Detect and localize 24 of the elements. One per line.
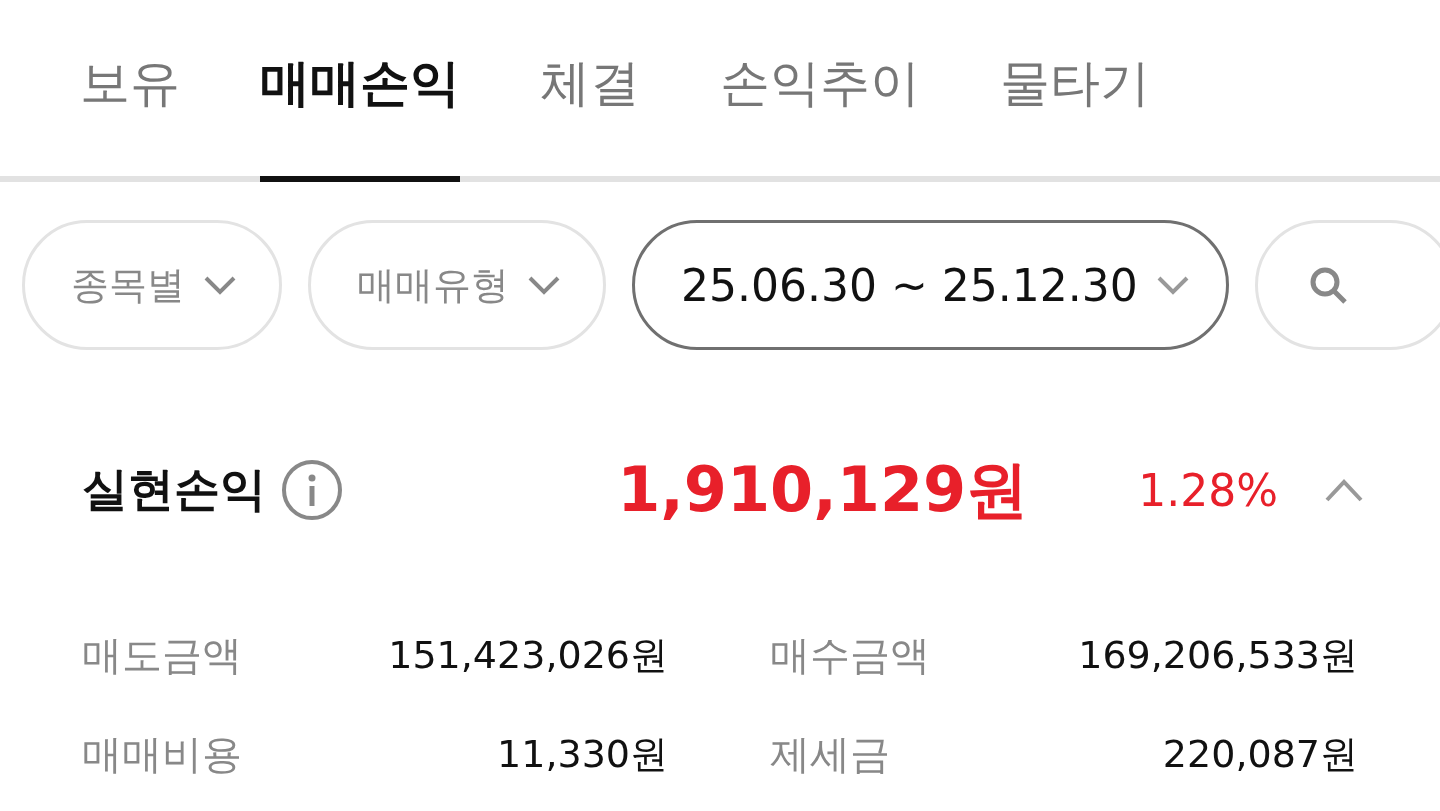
detail-value: 11,330원 [497,731,668,778]
profit-amount: 1,910,129원 [617,452,1029,528]
info-icon [280,458,344,522]
detail-label: 매매비용 [82,730,242,779]
profit-rate: 1.28% [1138,464,1278,516]
filter-dropdown[interactable]: 종목별 [22,220,282,350]
caret-icon [203,275,237,295]
tab[interactable]: 물타기 [1000,0,1150,182]
filter-dropdown[interactable]: 매매유형 [308,220,606,350]
detail-value: 169,206,533원 [1078,632,1358,679]
filter-dropdown[interactable]: 25.06.30 ~ 25.12.30 [632,220,1229,350]
tab[interactable]: 체결 [540,0,640,182]
detail-value: 151,423,026원 [388,632,668,679]
detail-label: 매수금액 [770,631,930,680]
tab[interactable]: 보유 [80,0,180,182]
detail-label: 제세금 [770,730,890,779]
tab[interactable]: 매매손익 [260,0,460,182]
detail-label: 매도금액 [82,631,242,680]
detail-value: 220,087원 [1162,731,1358,778]
caret-icon [1155,275,1190,295]
tab[interactable]: 손익추이 [720,0,920,182]
realized-profit-label: 실현손익 [82,461,266,518]
caret-icon [527,275,561,295]
chevron-icon[interactable] [1324,477,1364,503]
